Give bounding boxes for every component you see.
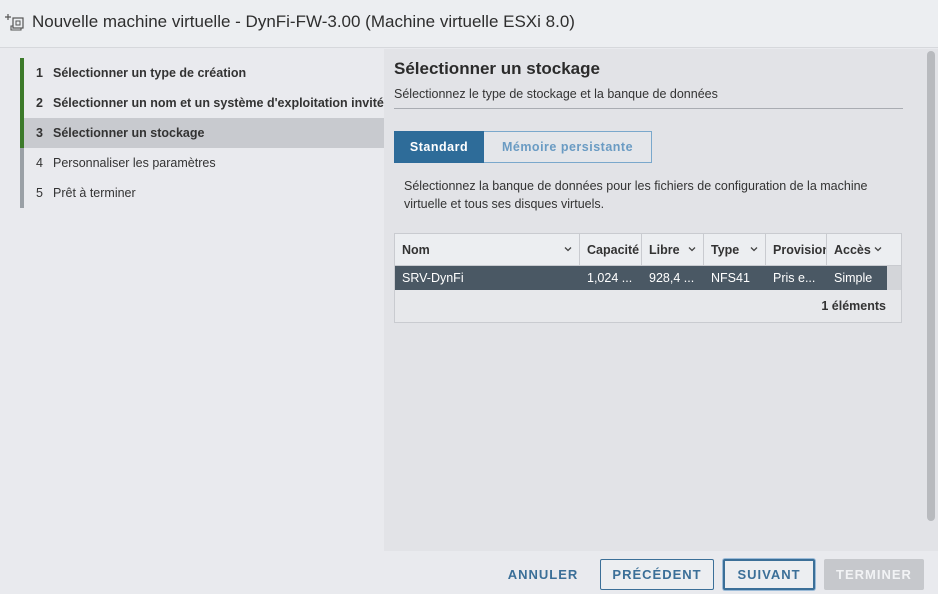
item-count: 1 éléments [821, 299, 886, 313]
step-content: Sélectionner un stockage Sélectionnez le… [384, 49, 924, 551]
description-text: Sélectionnez la banque de données pour l… [404, 179, 868, 211]
cell-provisionnement: Pris e... [773, 271, 816, 285]
column-label: Capacité [587, 243, 640, 257]
chevron-down-icon[interactable] [687, 244, 697, 254]
column-header-acces[interactable]: Accès [827, 234, 887, 266]
divider [394, 108, 903, 109]
content-scrollbar[interactable] [924, 49, 938, 551]
finish-button[interactable]: TERMINER [824, 559, 924, 590]
previous-button[interactable]: PRÉCÉDENT [600, 559, 714, 590]
column-header-libre[interactable]: Libre [642, 234, 704, 266]
chevron-down-icon[interactable] [873, 244, 883, 254]
step-label: Sélectionner un stockage [53, 126, 205, 140]
dialog-footer: ANNULER PRÉCÉDENT SUIVANT TERMINER [0, 551, 938, 594]
tab-persistent-memory[interactable]: Mémoire persistante [484, 131, 652, 163]
table-row[interactable]: SRV-DynFi 1,024 ... 928,4 ... NFS41 Pris… [395, 266, 887, 290]
datastore-table: Nom Capacité Libre Type Provisionnement … [394, 233, 902, 323]
cell-capacite: 1,024 ... [587, 271, 633, 285]
table-scrollbar[interactable] [887, 266, 901, 290]
step-number: 4 [36, 156, 43, 170]
storage-type-tabs: Standard Mémoire persistante [394, 131, 652, 163]
tab-standard[interactable]: Standard [394, 131, 484, 163]
scrollbar-thumb[interactable] [927, 51, 935, 521]
step-number: 2 [36, 96, 43, 110]
step-2[interactable]: 2 Sélectionner un nom et un système d'ex… [20, 88, 384, 118]
next-button[interactable]: SUIVANT [723, 559, 815, 590]
cell-nom: SRV-DynFi [402, 271, 464, 285]
column-header-nom[interactable]: Nom [395, 234, 580, 266]
wizard-steps: 1 Sélectionner un type de création 2 Sél… [0, 49, 384, 551]
cell-type: NFS41 [711, 271, 750, 285]
step-number: 1 [36, 66, 43, 80]
dialog-title: Nouvelle machine virtuelle - DynFi-FW-3.… [32, 12, 575, 31]
column-label: Type [711, 243, 740, 257]
cell-libre: 928,4 ... [649, 271, 695, 285]
step-1[interactable]: 1 Sélectionner un type de création [20, 58, 384, 88]
column-label: Nom [402, 243, 430, 257]
step-label: Personnaliser les paramètres [53, 156, 216, 170]
table-footer: 1 éléments [395, 290, 901, 322]
column-label: Libre [649, 243, 680, 257]
column-header-provisionnement[interactable]: Provisionnement [766, 234, 827, 266]
new-vm-icon [4, 12, 26, 32]
step-4: 4 Personnaliser les paramètres [20, 148, 384, 178]
step-number: 5 [36, 186, 43, 200]
column-label: Provisionnement [773, 243, 826, 257]
chevron-down-icon[interactable] [563, 244, 573, 254]
cell-acces: Simple [834, 271, 873, 285]
column-header-type[interactable]: Type [704, 234, 766, 266]
step-3[interactable]: 3 Sélectionner un stockage [20, 118, 384, 148]
table-header: Nom Capacité Libre Type Provisionnement … [395, 234, 901, 266]
cancel-button[interactable]: ANNULER [500, 559, 586, 590]
page-subtitle: Sélectionnez le type de stockage et la b… [394, 87, 718, 101]
step-5: 5 Prêt à terminer [20, 178, 384, 208]
step-label: Prêt à terminer [53, 186, 136, 200]
column-header-capacite[interactable]: Capacité [580, 234, 642, 266]
page-title: Sélectionner un stockage [394, 59, 600, 78]
step-label: Sélectionner un nom et un système d'expl… [53, 96, 384, 110]
dialog-header: Nouvelle machine virtuelle - DynFi-FW-3.… [0, 0, 938, 48]
step-number: 3 [36, 126, 43, 140]
step-label: Sélectionner un type de création [53, 66, 247, 80]
column-label: Accès [834, 243, 871, 257]
chevron-down-icon[interactable] [749, 244, 759, 254]
